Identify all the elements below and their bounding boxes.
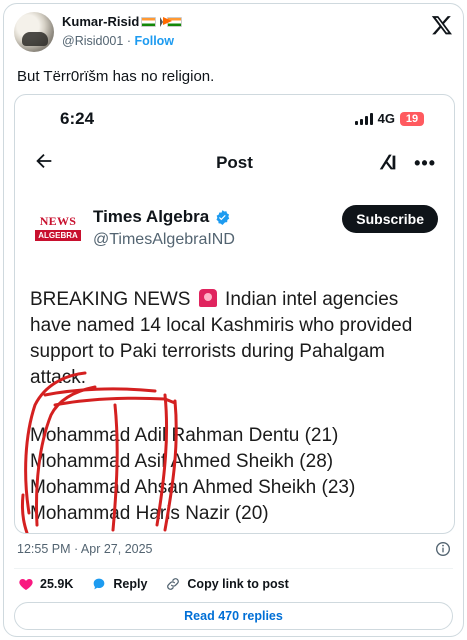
read-replies-button[interactable]: Read 470 replies <box>14 602 453 630</box>
author-handle[interactable]: @Risid001 <box>62 34 123 48</box>
embedded-post-body: BREAKING NEWS Indian intel agencies have… <box>30 289 413 388</box>
copy-link-label: Copy link to post <box>187 577 289 591</box>
author-handle-line: @Risid001 · Follow <box>62 34 174 48</box>
names-list: Mohammad Adil Rahman Dentu (21) Mohammad… <box>30 423 355 527</box>
link-icon <box>167 578 180 590</box>
list-item: Mohammad Adil Rahman Dentu (21) <box>30 425 339 446</box>
author-display-name[interactable]: Kumar-Risid <box>62 14 139 29</box>
signal-icon <box>354 112 373 125</box>
subscribe-button: Subscribe <box>342 205 438 233</box>
siren-icon <box>198 289 217 307</box>
phone-status-time: 6:24 <box>60 109 95 128</box>
embedded-screenshot[interactable]: 6:24 4G 19 Post ••• NEWS ALGEBRA Times A… <box>14 94 455 534</box>
reply-button[interactable]: Reply <box>91 576 147 592</box>
like-button[interactable]: 25.9K <box>18 576 73 592</box>
list-item: Mohammad Haris Nazir (20) <box>30 503 269 524</box>
tweet-text: But Tërr0rïšm has no religion. <box>17 68 215 85</box>
saffron-flag-icon <box>160 17 173 27</box>
divider <box>14 568 453 569</box>
copy-link-button[interactable]: Copy link to post <box>165 576 289 592</box>
avatar[interactable] <box>14 12 54 52</box>
battery-indicator: 19 <box>400 111 424 126</box>
follow-button[interactable]: Follow <box>134 34 174 48</box>
post-header: Kumar-Risid @Risid001 · Follow <box>14 12 453 56</box>
account-name: Times Algebra <box>93 207 231 227</box>
verified-icon <box>216 209 230 225</box>
like-count: 25.9K <box>40 577 74 591</box>
embedded-post-card: Kumar-Risid @Risid001 · Follow But Tërr0… <box>3 3 464 637</box>
info-icon[interactable] <box>435 541 451 557</box>
list-item: Mohammad Ahsan Ahmed Sheikh (23) <box>30 477 356 498</box>
more-icon: ••• <box>414 153 436 173</box>
x-logo-icon[interactable] <box>431 14 453 36</box>
heart-icon <box>19 579 33 590</box>
grok-icon <box>379 154 396 170</box>
action-bar: 25.9K Reply Copy link to post <box>18 576 289 592</box>
post-timestamp[interactable]: 12:55 PM · Apr 27, 2025 <box>17 542 153 556</box>
account-handle: @TimesAlgebraIND <box>93 231 235 248</box>
india-flag-icon <box>141 17 157 27</box>
phone-status-bar: 4G 19 <box>354 111 424 126</box>
times-algebra-logo: NEWS ALGEBRA <box>33 207 83 247</box>
reply-label: Reply <box>113 577 148 591</box>
network-label: 4G <box>377 111 395 126</box>
list-item: Mohammad Asif Ahmed Sheikh (28) <box>30 451 334 472</box>
author-name-line[interactable]: Kumar-Risid <box>62 14 183 29</box>
reply-icon <box>94 578 105 590</box>
